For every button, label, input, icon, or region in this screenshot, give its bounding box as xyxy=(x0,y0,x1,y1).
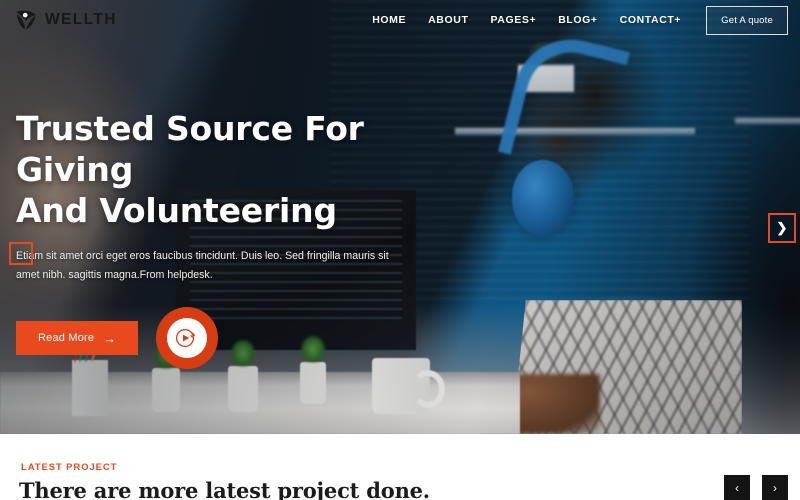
hero-title-line-2: And Volunteering xyxy=(16,191,337,230)
site-logo[interactable]: WELLTH xyxy=(14,8,117,32)
site-header: WELLTH HOME ABOUT PAGES+ BLOG+ CONTACT+ … xyxy=(0,0,800,40)
play-triangle-icon xyxy=(176,328,196,348)
section-eyebrow: LATEST PROJECT xyxy=(21,462,118,473)
logo-text: WELLTH xyxy=(45,11,117,28)
read-more-label: Read More xyxy=(38,332,95,344)
project-next-button[interactable]: › xyxy=(762,475,788,500)
hero-title: Trusted Source For Giving And Volunteeri… xyxy=(16,108,446,231)
hero-content: Trusted Source For Giving And Volunteeri… xyxy=(9,108,446,369)
nav-item-home[interactable]: HOME xyxy=(361,14,417,26)
chevron-right-icon: › xyxy=(773,480,777,495)
video-play-button[interactable] xyxy=(156,307,219,369)
hero-section: WELLTH HOME ABOUT PAGES+ BLOG+ CONTACT+ … xyxy=(0,0,800,434)
hero-title-line-1: Trusted Source For Giving xyxy=(16,109,364,189)
get-a-quote-button[interactable]: Get A quote xyxy=(706,5,788,35)
nav-item-contact[interactable]: CONTACT+ xyxy=(609,14,692,26)
main-navigation: HOME ABOUT PAGES+ BLOG+ CONTACT+ Get A q… xyxy=(361,5,800,35)
latest-project-section: LATEST PROJECT There are more latest pro… xyxy=(0,434,800,500)
read-more-button[interactable]: Read More → xyxy=(16,321,139,355)
chevron-right-icon: ❯ xyxy=(776,220,788,235)
nav-item-about[interactable]: ABOUT xyxy=(417,14,479,26)
nav-item-blog[interactable]: BLOG+ xyxy=(547,14,608,26)
play-circle-icon xyxy=(167,318,208,358)
hero-actions: Read More → xyxy=(16,307,446,369)
leaf-triangle-logo-icon xyxy=(16,10,36,30)
section-title: There are more latest project done. xyxy=(19,478,430,500)
hero-slider-next-button[interactable]: ❯ xyxy=(768,213,796,243)
project-prev-button[interactable]: ‹ xyxy=(724,475,750,500)
chevron-left-icon: ‹ xyxy=(735,480,739,495)
hero-description-text: Etiam sit amet orci eget eros faucibus t… xyxy=(16,250,389,281)
project-carousel-nav: ‹ › xyxy=(724,475,788,500)
arrow-right-icon: → xyxy=(103,330,117,346)
nav-item-pages[interactable]: PAGES+ xyxy=(479,14,547,26)
hero-description: Etiam sit amet orci eget eros faucibus t… xyxy=(9,242,408,285)
